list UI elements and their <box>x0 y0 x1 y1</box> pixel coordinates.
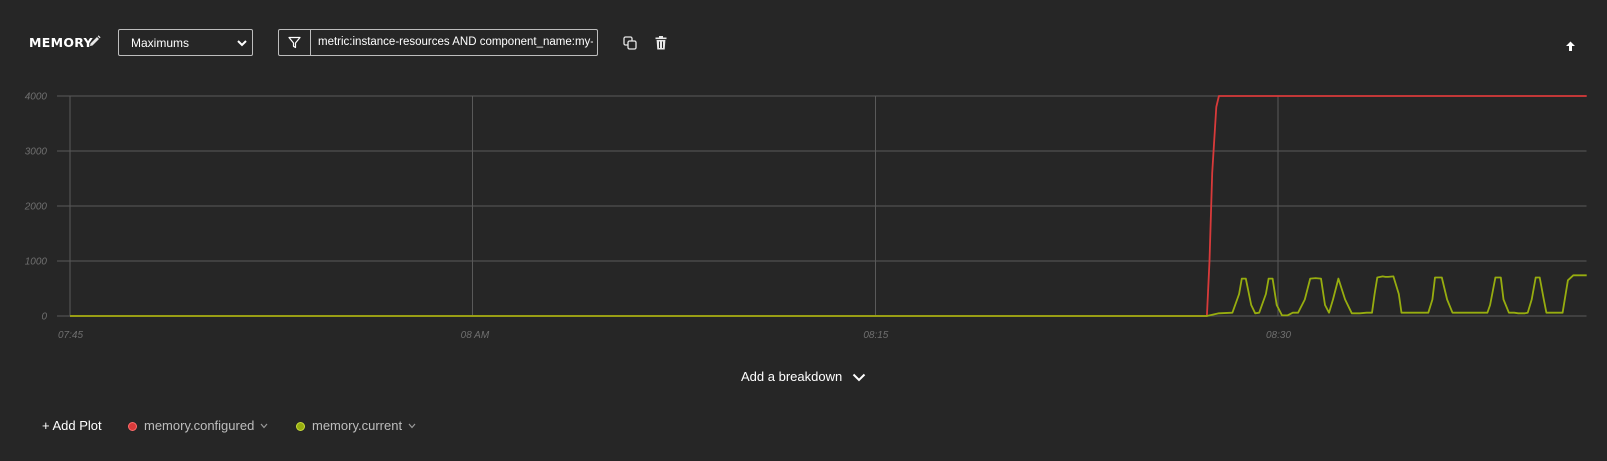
add-breakdown-button[interactable]: Add a breakdown <box>741 369 866 384</box>
y-tick-label: 4000 <box>25 92 48 103</box>
pencil-icon[interactable] <box>89 35 101 47</box>
legend-label: memory.configured <box>144 418 255 433</box>
filter-icon <box>288 36 301 49</box>
add-plot-button[interactable]: + Add Plot <box>42 418 102 433</box>
legend-label: memory.current <box>312 418 403 433</box>
y-tick-label: 2000 <box>24 202 48 213</box>
x-tick-label: 08:30 <box>1266 330 1291 341</box>
filter-button[interactable] <box>279 30 311 55</box>
legend-item-memory-configured[interactable]: memory.configured <box>128 418 268 433</box>
copy-icon[interactable] <box>623 36 637 50</box>
arrow-up-icon[interactable] <box>1565 41 1576 52</box>
add-breakdown-label: Add a breakdown <box>741 369 843 384</box>
aggregation-select[interactable]: Maximums <box>118 29 253 56</box>
panel-toolbar: MEMORY Maximums metric:instance-resource… <box>0 0 1607 80</box>
panel-title: MEMORY <box>29 35 93 50</box>
series-color-dot <box>128 422 137 431</box>
chevron-down-icon <box>237 40 247 47</box>
aggregation-value: Maximums <box>131 36 190 50</box>
chevron-down-icon <box>260 423 268 429</box>
filter-query: metric:instance-resources AND component_… <box>318 36 593 48</box>
series-color-dot <box>296 422 305 431</box>
y-tick-label: 3000 <box>25 147 48 158</box>
filter-input[interactable]: metric:instance-resources AND component_… <box>278 29 598 56</box>
trash-icon[interactable] <box>655 36 667 50</box>
chart-grid <box>57 95 1587 317</box>
memory-line-chart: 0 1000 2000 3000 4000 07:45 08 AM 08:15 08:30 <box>24 92 1587 342</box>
chevron-down-icon <box>852 373 866 382</box>
chart-axes: 0 1000 2000 3000 4000 07:45 08 AM 08:15 08:30 <box>24 92 1292 342</box>
y-tick-label: 0 <box>41 312 47 323</box>
series-line-memory-current <box>70 274 1587 317</box>
legend-item-memory-current[interactable]: memory.current <box>296 418 416 433</box>
y-tick-label: 1000 <box>25 257 48 268</box>
x-tick-label: 07:45 <box>58 330 83 341</box>
chevron-down-icon <box>408 423 416 429</box>
x-tick-label: 08:15 <box>863 330 888 341</box>
x-tick-label: 08 AM <box>461 330 490 341</box>
